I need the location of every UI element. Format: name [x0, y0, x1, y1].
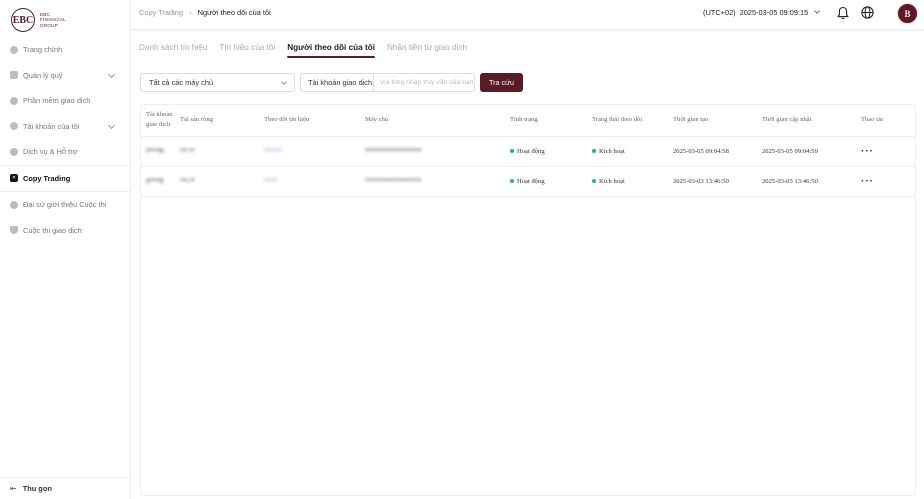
follow-status-badge: Kích hoạt: [599, 147, 625, 155]
status-dot-icon: [592, 178, 596, 183]
home-icon: [10, 45, 18, 54]
signal-link[interactable]: *******: [264, 148, 282, 155]
breadcrumb-copy-trading[interactable]: Copy Trading: [139, 8, 183, 17]
breadcrumb-current: Người theo dõi của tôi: [197, 8, 271, 17]
ambassador-icon: [10, 200, 18, 209]
logo-text: EBC FINANCIAL GROUP: [40, 12, 66, 28]
trophy-icon: [10, 226, 18, 235]
copy-trading-icon: ✕: [10, 174, 18, 183]
avatar[interactable]: B: [897, 3, 918, 24]
created-time: 2025-03-05 09:04:58: [668, 136, 757, 167]
col-server: Máy chủ: [360, 105, 505, 137]
server-select[interactable]: Tất cả các máy chủ: [140, 73, 295, 92]
collapse-icon: ⇤: [10, 484, 17, 493]
globe-icon[interactable]: [861, 6, 874, 19]
table-row: 7****0 ***.** ******* ******************…: [141, 136, 915, 167]
tab-signal-list[interactable]: Danh sách tín hiệu: [139, 43, 207, 58]
search-button[interactable]: Tra cứu: [480, 73, 523, 92]
status-dot-icon: [510, 148, 514, 153]
tab-trading-income[interactable]: Nhận tiền từ giao dịch: [387, 43, 467, 58]
fund-icon: [10, 71, 18, 80]
main-content: Danh sách tín hiệu Tín hiệu của tôi Ngườ…: [131, 31, 924, 499]
account-icon: [10, 122, 18, 131]
sidebar-item-my-account[interactable]: Tài khoản của tôi: [0, 114, 130, 140]
brand-logo[interactable]: EBC EBC FINANCIAL GROUP: [11, 8, 66, 32]
col-trading-account: Tài khoản giao dịch: [141, 105, 175, 137]
table-header-row: Tài khoản giao dịch Tài sản ròng Theo dõ…: [141, 105, 915, 137]
bell-icon[interactable]: [837, 6, 849, 20]
col-actions: Thao tác: [856, 105, 915, 137]
tab-bar: Danh sách tín hiệu Tín hiệu của tôi Ngườ…: [139, 43, 467, 58]
server-name: **********************: [365, 147, 422, 155]
sidebar-item-trading-software[interactable]: Phần mềm giao dịch: [0, 88, 130, 114]
table-row: 2****5 ***.** ***** ********************…: [141, 166, 915, 197]
sidebar-item-trading-contest[interactable]: Cuộc thi giao dịch: [0, 218, 130, 244]
tab-my-signals[interactable]: Tín hiệu của tôi: [219, 43, 275, 58]
collapse-sidebar-button[interactable]: ⇤ Thu gọn: [0, 477, 130, 499]
col-signal-follow: Theo dõi tín hiệu: [259, 105, 360, 137]
account-number: 2****5: [146, 177, 164, 185]
account-search-combo: Tài khoản giao dịch: [300, 73, 475, 92]
software-icon: [10, 96, 18, 105]
chevron-down-icon: [107, 70, 116, 78]
more-actions-icon[interactable]: ···: [861, 146, 874, 157]
col-status: Tình trạng: [505, 105, 587, 137]
followers-table: Tài khoản giao dịch Tài sản ròng Theo dõ…: [140, 104, 916, 496]
chevron-right-icon: ›: [188, 8, 192, 17]
chevron-down-icon: [814, 8, 821, 14]
sidebar-item-copy-trading[interactable]: ✕ Copy Trading: [0, 165, 130, 191]
status-dot-icon: [510, 178, 514, 183]
sidebar-item-home[interactable]: Trang chính: [0, 37, 130, 63]
more-actions-icon[interactable]: ···: [861, 176, 874, 187]
sidebar-item-fund-management[interactable]: Quản lý quỹ: [0, 63, 130, 89]
col-follow-status: Trạng thái theo dõi: [587, 105, 668, 137]
created-time: 2025-03-03 13:46:50: [668, 166, 757, 197]
follow-status-badge: Kích hoạt: [599, 177, 625, 185]
signal-link[interactable]: *****: [264, 178, 277, 185]
sidebar-nav: Trang chính Quản lý quỹ Phần mềm giao dị…: [0, 37, 130, 243]
current-datetime: 2025-03-05 09:09:15: [739, 8, 809, 17]
status-badge: Hoạt động: [517, 177, 545, 185]
chevron-down-icon: [107, 121, 116, 129]
filter-bar: Tất cả các máy chủ Tài khoản giao dịch T…: [140, 73, 523, 92]
support-icon: [10, 147, 18, 156]
net-equity: ***.**: [180, 177, 195, 185]
updated-time: 2025-03-05 09:04:59: [757, 136, 856, 167]
logo-mark-icon: EBC: [11, 8, 35, 32]
timezone-selector[interactable]: (UTC+02) 2025-03-05 09:09:15: [703, 8, 821, 17]
updated-time: 2025-03-03 13:46:50: [757, 166, 856, 197]
sidebar-item-ambassador[interactable]: Đại sứ giới thiệu Cuộc thi: [0, 192, 130, 218]
account-type-select[interactable]: Tài khoản giao dịch: [301, 74, 374, 91]
tab-my-followers[interactable]: Người theo dõi của tôi: [287, 43, 375, 58]
account-number: 7****0: [146, 147, 164, 155]
chevron-down-icon: [281, 79, 287, 85]
timezone-label: (UTC+02): [703, 8, 736, 17]
sidebar-item-support[interactable]: Dịch vụ & Hỗ trợ: [0, 139, 130, 165]
net-equity: ***.**: [180, 147, 195, 155]
col-created-time: Thời gian tạo: [668, 105, 757, 137]
status-dot-icon: [592, 148, 596, 153]
status-badge: Hoạt động: [517, 147, 545, 155]
server-name: **********************: [365, 177, 422, 185]
col-updated-time: Thời gian cập nhật: [757, 105, 856, 137]
top-header: Copy Trading › Người theo dõi của tôi (U…: [131, 0, 924, 30]
search-input[interactable]: [374, 74, 474, 91]
sidebar: EBC EBC FINANCIAL GROUP Trang chính Quản…: [0, 0, 131, 499]
col-net-equity: Tài sản ròng: [175, 105, 259, 137]
breadcrumb: Copy Trading › Người theo dõi của tôi: [139, 8, 271, 17]
